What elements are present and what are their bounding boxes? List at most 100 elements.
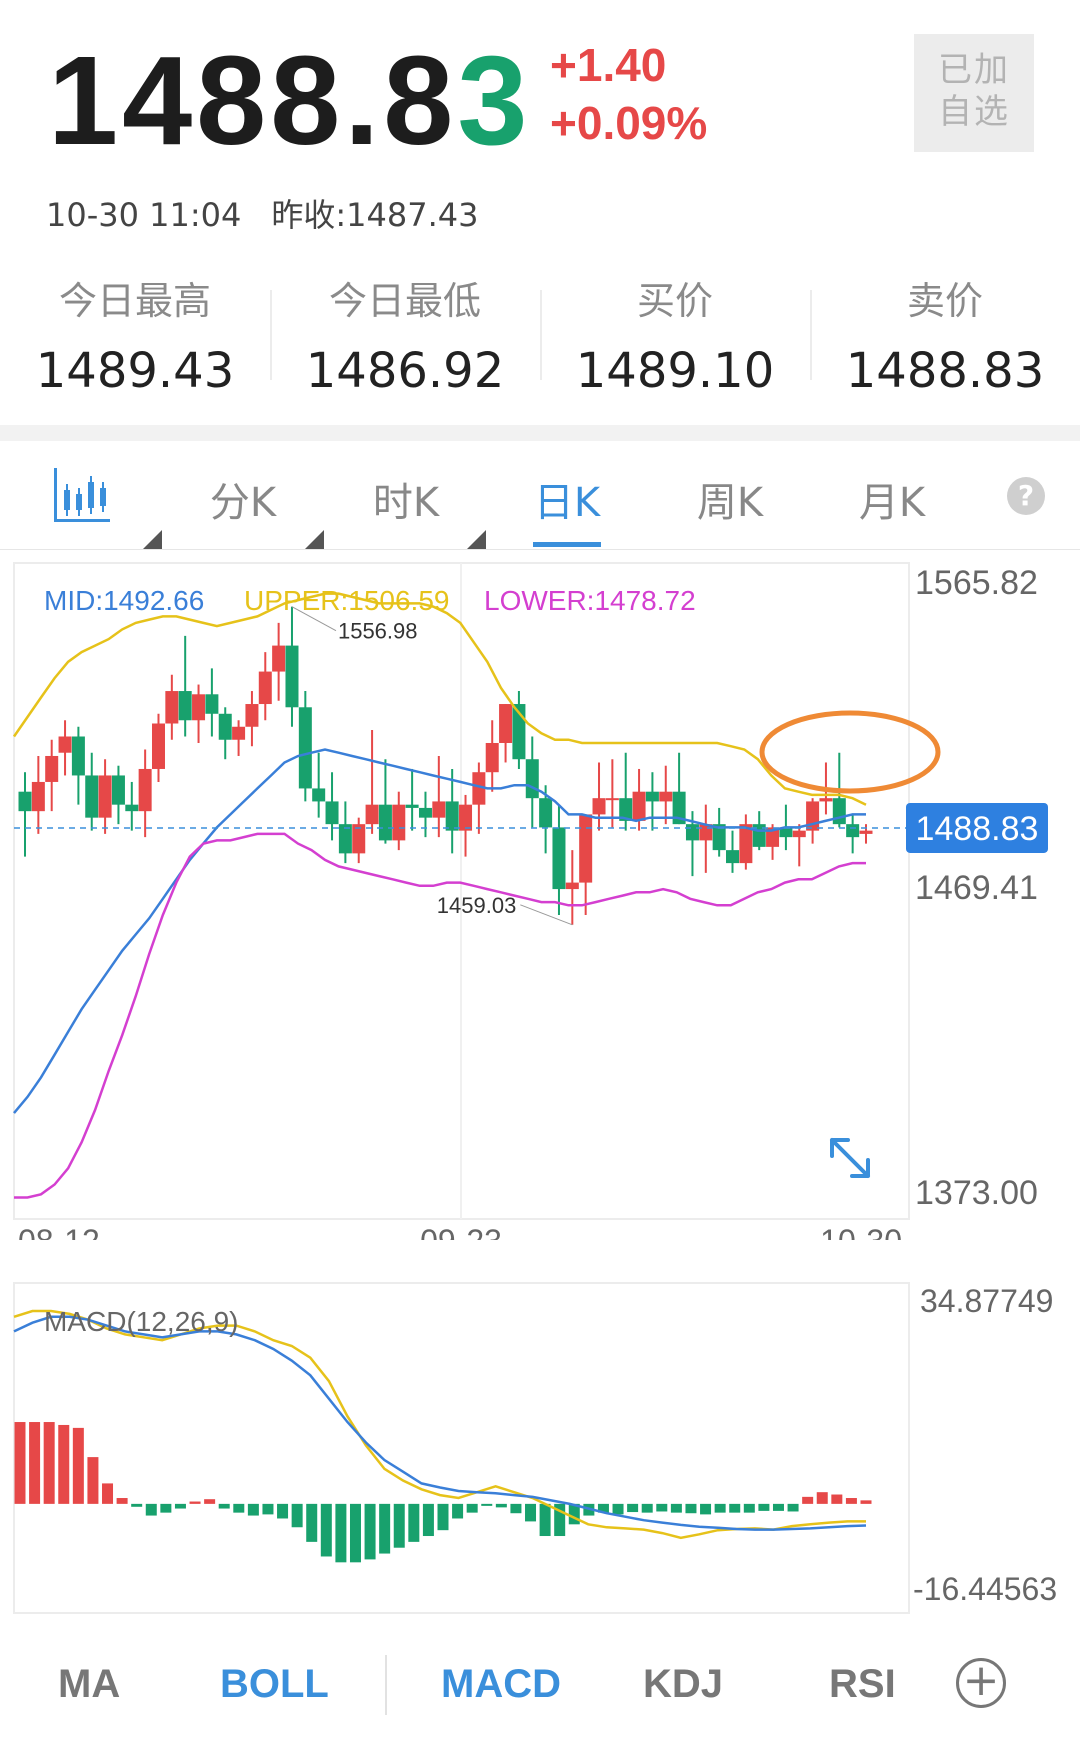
indicator-ma[interactable]: MA — [58, 1662, 120, 1707]
watchlist-button[interactable]: 已加 自选 — [914, 34, 1034, 152]
watchlist-button-line2: 自选 — [938, 92, 1010, 132]
candle-body — [832, 798, 846, 825]
indicator-kdj[interactable]: KDJ — [643, 1662, 723, 1707]
macd-histogram-bar — [335, 1503, 347, 1563]
stat-ask-value: 1488.83 — [845, 343, 1045, 399]
stat-high-value: 1489.43 — [35, 343, 235, 399]
candle-body — [726, 850, 740, 864]
macd-histogram-bar — [189, 1501, 201, 1504]
quote-time: 10-30 11:04 — [46, 196, 242, 234]
candle-body — [192, 694, 206, 721]
candle-body — [859, 830, 873, 834]
macd-histogram-bar — [627, 1503, 639, 1513]
tab-minute-k[interactable]: 分K — [183, 470, 303, 528]
candle-body — [218, 713, 232, 740]
stat-ask: 卖价 1488.83 — [810, 270, 1080, 399]
macd-histogram-bar — [87, 1457, 99, 1504]
tab-hour-k[interactable]: 时K — [346, 470, 466, 528]
candle-body — [125, 804, 139, 812]
tab-corner-icon — [142, 530, 162, 550]
macd-histogram-bar — [145, 1503, 157, 1516]
legend-mid: MID:1492.66 — [44, 585, 204, 616]
candle-body — [592, 798, 606, 815]
candle-body — [378, 804, 392, 841]
stat-high-label: 今日最高 — [58, 279, 211, 323]
stat-bid-value: 1489.10 — [575, 343, 775, 399]
macd-histogram-bar — [845, 1498, 857, 1504]
macd-histogram-bar — [525, 1503, 537, 1522]
price-chart[interactable]: 1488.83 1565.82 1469.41 1373.00 08-12 09… — [0, 550, 1080, 1240]
macd-histogram-bar — [204, 1499, 216, 1504]
candle-body — [792, 830, 806, 838]
indicator-boll[interactable]: BOLL — [220, 1662, 329, 1707]
active-tab-indicator — [533, 542, 601, 547]
macd-histogram-bar — [102, 1483, 114, 1504]
macd-histogram-bar — [729, 1503, 741, 1513]
candle-body — [579, 814, 593, 883]
quote-timeline: 10-30 11:04 昨收:1487.43 — [46, 190, 509, 236]
macd-histogram-bar — [772, 1503, 784, 1511]
macd-histogram-bar — [174, 1503, 186, 1509]
tab-month-k[interactable]: 月K — [832, 470, 952, 528]
last-price-main: 1488.8 — [48, 30, 458, 171]
macd-histogram-bar — [306, 1503, 318, 1542]
macd-histogram-bar — [860, 1500, 872, 1504]
indicator-divider — [385, 1655, 387, 1715]
candle-body — [111, 775, 125, 805]
price-change: +1.40 — [550, 39, 667, 91]
expand-icon[interactable] — [830, 1138, 870, 1178]
macd-histogram-bar — [320, 1503, 332, 1557]
candle-body — [165, 691, 179, 724]
macd-histogram-bar — [349, 1503, 361, 1563]
candle-body — [298, 707, 312, 789]
y-tick-mid: 1469.41 — [915, 869, 1038, 907]
candle-body — [685, 824, 699, 841]
candle-body — [485, 742, 499, 773]
candle-body — [18, 791, 32, 812]
candle-body — [846, 824, 860, 838]
candle-body — [85, 775, 99, 818]
macd-histogram-bar — [714, 1503, 726, 1513]
candle-body — [365, 804, 379, 825]
candle-body — [432, 801, 446, 818]
candle-body — [45, 755, 59, 782]
macd-histogram-bar — [58, 1424, 70, 1504]
stat-low-label: 今日最低 — [328, 279, 481, 323]
macd-histogram-bar — [14, 1422, 26, 1504]
indicator-macd[interactable]: MACD — [441, 1662, 561, 1707]
macd-histogram-bar — [379, 1503, 391, 1554]
candle-body — [245, 704, 259, 727]
candle-body — [285, 645, 299, 708]
candle-body — [58, 736, 72, 753]
x-tick-mid: 09-23 — [420, 1223, 502, 1240]
expand-icon-arrows — [830, 1138, 870, 1178]
candle-body — [819, 798, 833, 802]
macd-histogram-bar — [495, 1503, 507, 1508]
tab-week-k[interactable]: 周K — [670, 470, 790, 528]
stat-bid: 买价 1489.10 — [540, 270, 810, 399]
candle-body — [232, 726, 246, 740]
max-price-label: 1556.98 — [338, 619, 418, 644]
highlight-circle — [759, 710, 941, 794]
min-price-leader — [520, 904, 573, 926]
candle-body — [659, 791, 673, 802]
tab-day-k[interactable]: 日K — [507, 470, 627, 528]
macd-histogram-bar — [43, 1422, 55, 1504]
min-price-label: 1459.03 — [437, 893, 517, 918]
boll-lower-line — [14, 832, 866, 1199]
indicator-rsi[interactable]: RSI — [829, 1662, 896, 1707]
candle-body — [31, 781, 45, 812]
candle-body — [178, 691, 192, 721]
help-icon[interactable]: ? — [1007, 477, 1045, 515]
chart-type-candlestick-icon[interactable] — [50, 466, 112, 524]
macd-histogram-bar — [393, 1503, 405, 1548]
macd-histogram-bar — [758, 1503, 770, 1511]
add-indicator-icon[interactable]: + — [956, 1658, 1006, 1708]
macd-y-tick-bottom: -16.44563 — [913, 1571, 1057, 1607]
macd-histogram-bar — [291, 1503, 303, 1528]
macd-chart[interactable]: MACD(12,26,9) 34.87749 -16.44563 — [0, 1280, 1080, 1620]
macd-histogram-bar — [262, 1503, 274, 1515]
macd-histogram-bar — [29, 1422, 41, 1504]
candle-body — [405, 804, 419, 808]
candle-body — [418, 807, 432, 818]
